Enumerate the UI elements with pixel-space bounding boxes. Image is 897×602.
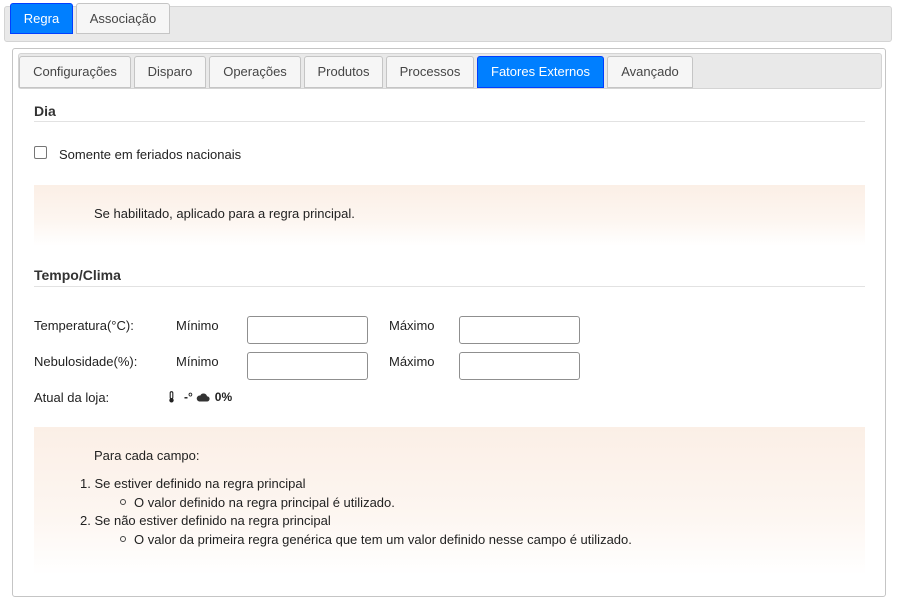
circle-bullet-icon (120, 499, 126, 505)
cloud-label: Nebulosidade(%): (34, 354, 138, 369)
help-list-item-2: 2. Se não estiver definido na regra prin… (80, 513, 331, 528)
tab-fatores-externos[interactable]: Fatores Externos (477, 56, 604, 88)
current-cloud-value: 0% (214, 390, 233, 404)
help-intro: Para cada campo: (94, 448, 200, 463)
tab-configuracoes[interactable]: Configurações (19, 56, 131, 88)
temperature-min-input[interactable] (247, 316, 368, 344)
current-store-label: Atual da loja: (34, 390, 110, 405)
help-list-subitem-2: O valor da primeira regra genérica que t… (134, 532, 632, 547)
cloud-icon (196, 392, 210, 402)
cloud-min-input[interactable] (247, 352, 368, 380)
temperature-label: Temperatura(°C): (34, 318, 134, 333)
temperature-max-input[interactable] (459, 316, 580, 344)
temperature-max-label: Máximo (389, 318, 435, 333)
help-list-item-1: 1. Se estiver definido na regra principa… (80, 476, 306, 491)
section-title-dia: Dia (34, 103, 56, 119)
holiday-checkbox[interactable] (34, 146, 47, 159)
cloud-max-label: Máximo (389, 354, 435, 369)
thermometer-icon (168, 391, 175, 403)
tab-associacao[interactable]: Associação (76, 3, 170, 34)
tab-disparo[interactable]: Disparo (134, 56, 206, 88)
current-weather: -° 0% (168, 390, 232, 404)
tab-avancado[interactable]: Avançado (607, 56, 693, 88)
cloud-max-input[interactable] (459, 352, 580, 380)
section-divider (34, 121, 865, 122)
dia-note-box: Se habilitado, aplicado para a regra pri… (34, 185, 865, 246)
temperature-min-label: Mínimo (176, 318, 219, 333)
help-list-subitem-1: O valor definido na regra principal é ut… (134, 495, 395, 510)
tab-produtos[interactable]: Produtos (304, 56, 383, 88)
circle-bullet-icon (120, 536, 126, 542)
section-divider (34, 286, 865, 287)
section-title-tempo: Tempo/Clima (34, 267, 121, 283)
tab-regra[interactable]: Regra (10, 3, 73, 34)
current-temperature: -° (184, 390, 193, 404)
cloud-min-label: Mínimo (176, 354, 219, 369)
holiday-checkbox-label[interactable]: Somente em feriados nacionais (59, 147, 241, 162)
tab-operacoes[interactable]: Operações (209, 56, 301, 88)
tab-processos[interactable]: Processos (386, 56, 474, 88)
dia-note-text: Se habilitado, aplicado para a regra pri… (94, 206, 355, 221)
